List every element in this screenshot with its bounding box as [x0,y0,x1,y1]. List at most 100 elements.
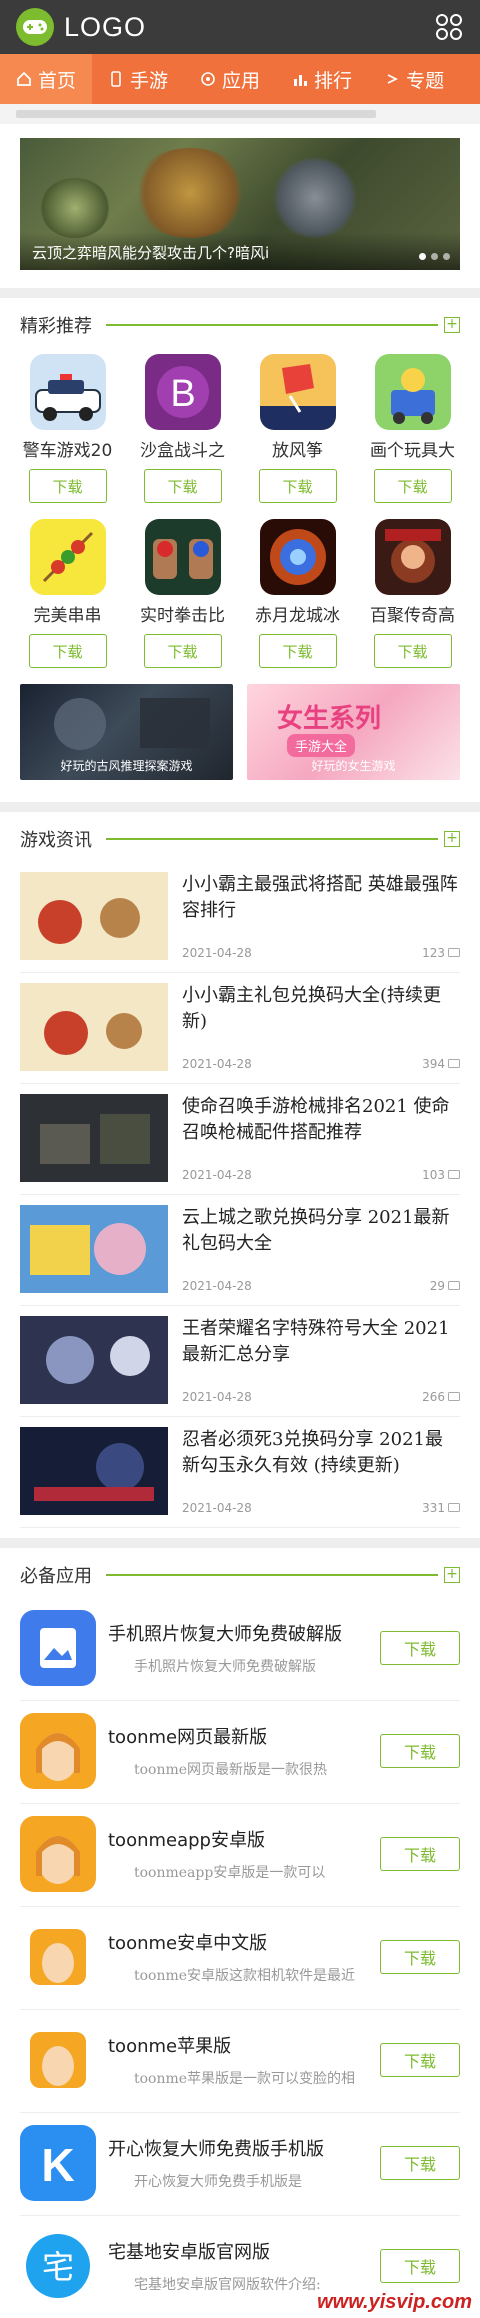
section-title: 必备应用 [20,1566,92,1587]
more-plus-icon[interactable]: + [444,1567,460,1583]
app-name: toonme安卓中文版 [108,1933,268,1954]
app-card[interactable]: B 沙盒战斗之 下载 [125,348,240,513]
app-icon [201,72,215,86]
app-name: 警车游戏20 [22,441,113,461]
download-button[interactable]: 下载 [380,1940,460,1974]
comment-count: 29 [430,1279,460,1293]
news-title: 使命召唤手游枪械排名2021 使命召唤枪械配件搭配推荐 [182,1096,450,1143]
more-plus-icon[interactable]: + [444,831,460,847]
police-car-icon [29,354,106,430]
app-list-item[interactable]: K 开心恢复大师免费版手机版 开心恢复大师免费手机版是 下载 [20,2113,460,2216]
nav-mobile-games[interactable]: 手游 [92,54,184,104]
kite-icon [259,354,336,430]
nav-label: 排行 [314,69,353,92]
download-button[interactable]: 下载 [143,634,222,668]
news-thumbnail [20,983,168,1071]
nav-topics[interactable]: 专题 [368,54,460,104]
menu-grid-icon[interactable] [434,12,464,42]
news-date: 2021-04-28 [182,1168,252,1182]
nav-label: 手游 [130,69,169,92]
news-item[interactable]: 云上城之歌兑换码分享 2021最新礼包码大全 2021-04-28 29 [20,1195,460,1306]
toonme-icon [20,1816,96,1892]
app-card[interactable]: 百聚传奇高 下载 [355,513,470,678]
download-button[interactable]: 下载 [380,1734,460,1768]
app-card[interactable]: 画个玩具大 下载 [355,348,470,513]
app-name: 画个玩具大 [370,441,455,461]
section-title: 精彩推荐 [20,316,92,337]
download-button[interactable]: 下载 [373,634,452,668]
promo-girl-games[interactable]: 女生系列 手游大全 好玩的女生游戏 [247,684,460,780]
banner-slide[interactable]: 云顶之弈暗风能分裂攻击几个?暗风i [20,138,460,270]
carousel-dots[interactable] [419,253,450,260]
news-title: 小小霸主礼包兑换码大全(持续更新) [182,985,442,1032]
nav-apps[interactable]: 应用 [184,54,276,104]
app-name: toonme网页最新版 [108,1727,268,1748]
app-name: toonmeapp安卓版 [108,1830,265,1851]
nav-scrollbar[interactable] [0,104,480,124]
app-card[interactable]: 赤月龙城冰 下载 [240,513,355,678]
app-desc: toonme苹果版是一款可以变脸的相 [134,2071,356,2087]
more-plus-icon[interactable]: + [444,317,460,333]
nav-label: 首页 [38,69,77,92]
toonme-icon [20,1713,96,1789]
photo-recovery-icon [20,1610,96,1686]
app-card[interactable]: 完美串串 下载 [10,513,125,678]
download-button[interactable]: 下载 [258,469,337,503]
app-name: 宅基地安卓版官网版 [108,2242,270,2263]
comment-count: 266 [422,1390,460,1404]
app-name: 百聚传奇高 [370,606,455,626]
download-button[interactable]: 下载 [143,469,222,503]
news-item[interactable]: 忍者必须死3兑换码分享 2021最新勾玉永久有效 (持续更新) 2021-04-… [20,1417,460,1528]
comment-count: 394 [422,1057,460,1071]
news-thumbnail [20,872,168,960]
app-desc: toonme安卓版这款相机软件是最近 [134,1968,356,1984]
promo-title: 女生系列 [277,704,382,734]
nav-label: 专题 [406,69,445,92]
dragon-city-icon [259,519,336,595]
app-card[interactable]: 放风筝 下载 [240,348,355,513]
phone-icon [111,71,121,87]
download-button[interactable]: 下载 [380,2249,460,2283]
app-list-item[interactable]: 手机照片恢复大师免费破解版 手机照片恢复大师免费破解版 下载 [20,1598,460,1701]
comment-icon [448,947,460,957]
nav-home[interactable]: 首页 [0,54,93,104]
sandbox-fight-icon: B [144,354,221,430]
recovery-k-icon: K [20,2125,96,2201]
app-list-item[interactable]: toonme安卓中文版 toonme安卓版这款相机软件是最近 下载 [20,1907,460,2010]
download-button[interactable]: 下载 [373,469,452,503]
promo-mystery-games[interactable]: 好玩的古风推理探案游戏 [20,684,233,780]
legend-icon [374,519,451,595]
news-thumbnail [20,1205,168,1293]
toonme-icon [20,1919,96,1995]
news-item[interactable]: 小小霸主最强武将搭配 英雄最强阵容排行 2021-04-28 123 [20,862,460,973]
app-desc: toonmeapp安卓版是一款可以 [134,1865,326,1881]
nav-ranking[interactable]: 排行 [276,54,368,104]
app-list-item[interactable]: toonmeapp安卓版 toonmeapp安卓版是一款可以 下载 [20,1804,460,1907]
app-list-item[interactable]: toonme网页最新版 toonme网页最新版是一款很热 下载 [20,1701,460,1804]
app-name: 赤月龙城冰 [255,606,340,626]
download-button[interactable]: 下载 [380,2043,460,2077]
news-date: 2021-04-28 [182,1501,252,1515]
download-button[interactable]: 下载 [28,634,107,668]
download-button[interactable]: 下载 [380,1631,460,1665]
download-button[interactable]: 下载 [258,634,337,668]
main-nav: 首页 手游 应用 排行 专题 [0,54,480,104]
app-card[interactable]: 实时拳击比 下载 [125,513,240,678]
app-list-item[interactable]: toonme苹果版 toonme苹果版是一款可以变脸的相 下载 [20,2010,460,2113]
boxing-icon [144,519,221,595]
download-button[interactable]: 下载 [380,1837,460,1871]
news-item[interactable]: 使命召唤手游枪械排名2021 使命召唤枪械配件搭配推荐 2021-04-28 10… [20,1084,460,1195]
news-date: 2021-04-28 [182,1057,252,1071]
homestead-icon: 宅 [20,2228,96,2304]
nav-label: 应用 [222,69,261,92]
svg-text:K: K [41,2139,74,2191]
download-button[interactable]: 下载 [380,2146,460,2180]
download-button[interactable]: 下载 [28,469,107,503]
app-desc: toonme网页最新版是一款很热 [134,1762,328,1778]
app-card[interactable]: 警车游戏20 下载 [10,348,125,513]
news-item[interactable]: 小小霸主礼包兑换码大全(持续更新) 2021-04-28 394 [20,973,460,1084]
comment-icon [448,1502,460,1512]
logo[interactable]: LOGO [16,8,146,46]
comment-count: 331 [422,1501,460,1515]
news-item[interactable]: 王者荣耀名字特殊符号大全 2021最新汇总分享 2021-04-28 266 [20,1306,460,1417]
